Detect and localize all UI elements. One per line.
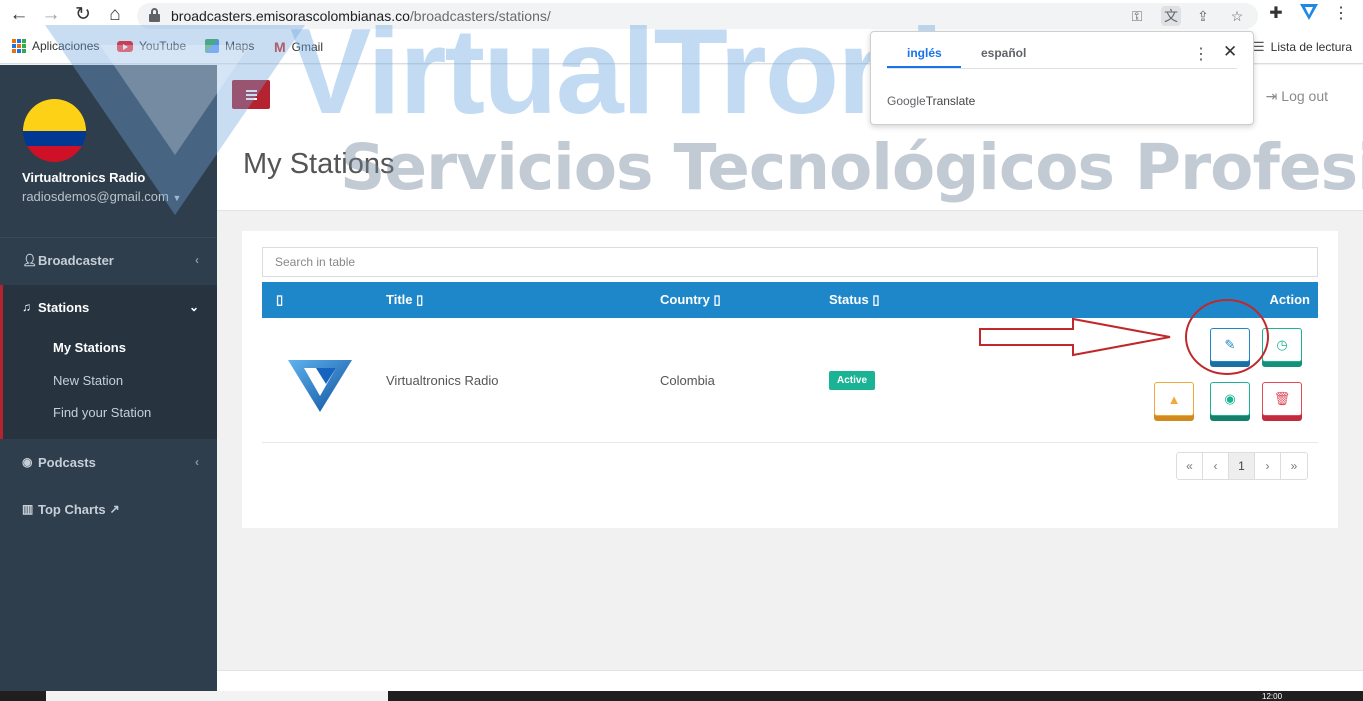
forward-arrow-icon[interactable]: →	[40, 4, 62, 26]
sidebar-item-top-charts[interactable]: ▥ Top Charts ↗	[0, 487, 217, 531]
apps-grid-icon	[12, 39, 26, 53]
chevron-left-icon: ‹	[195, 455, 199, 469]
extensions-icon[interactable]: ✚	[1265, 3, 1287, 25]
station-title: Virtualtronics Radio	[386, 373, 499, 388]
stations-panel: ▯ Title ▯ Country ▯ Status ▯ Action Virt…	[242, 231, 1338, 528]
podcast-icon: ◉	[22, 455, 33, 469]
column-country[interactable]: Country ▯	[660, 292, 721, 308]
sidebar-item-podcasts[interactable]: ◉ Podcasts ‹	[0, 440, 217, 484]
watermark-tagline: Servicios Tecnológicos Profesionales	[340, 131, 1363, 204]
taskbar-clock: 12:00	[1262, 692, 1283, 701]
watermark-logo	[45, 25, 305, 215]
chevron-down-icon: ⌄	[188, 300, 199, 314]
back-arrow-icon[interactable]: ←	[8, 4, 30, 26]
column-action: Action	[1269, 292, 1310, 307]
key-icon[interactable]: ⚿	[1127, 6, 1147, 26]
station-country: Colombia	[660, 373, 715, 388]
reload-icon[interactable]: ↻	[72, 4, 94, 26]
bar-chart-icon: ▥	[22, 502, 34, 516]
chevron-left-icon: ‹	[195, 253, 199, 267]
sort-icon: ▯	[713, 292, 721, 307]
reading-list[interactable]: ☰ Lista de lectura	[1253, 39, 1352, 55]
table-row: Virtualtronics Radio Colombia Active ✎ ◷…	[262, 318, 1318, 443]
sidebar-item-new-station[interactable]: New Station	[53, 373, 123, 388]
sidebar-item-broadcaster[interactable]: 👤︎ Broadcaster ‹	[0, 238, 217, 282]
clock-icon: ◷	[1276, 337, 1288, 352]
page-prev[interactable]: ‹	[1203, 453, 1229, 479]
stations-menu-group: ♫ Stations ⌄ My Stations New Station Fin…	[0, 285, 217, 439]
more-options-icon[interactable]: ⋮	[1193, 44, 1209, 64]
page-last[interactable]: »	[1281, 453, 1307, 479]
pencil-icon: ✎	[1224, 337, 1236, 352]
page-current[interactable]: 1	[1229, 453, 1255, 479]
stats-button[interactable]: ▲	[1154, 382, 1194, 416]
page-next[interactable]: ›	[1255, 453, 1281, 479]
sign-out-icon: ⇥	[1265, 88, 1278, 104]
google-translate-brand: GoogleTranslate	[887, 94, 976, 108]
external-link-icon: ↗	[109, 502, 120, 516]
column-status[interactable]: Status ▯	[829, 292, 880, 308]
sidebar-item-stations[interactable]: ♫ Stations ⌄	[0, 285, 217, 329]
taskbar-search[interactable]	[46, 691, 388, 701]
reading-list-icon: ☰	[1253, 39, 1265, 54]
sort-icon: ▯	[872, 292, 880, 307]
taskbar: 12:00	[0, 691, 1363, 701]
close-icon[interactable]: ✕	[1223, 42, 1237, 62]
star-icon[interactable]: ☆	[1227, 6, 1247, 26]
translate-tab-english[interactable]: inglés	[907, 46, 942, 60]
status-badge: Active	[829, 371, 876, 390]
footer	[217, 670, 1363, 691]
table-header: ▯ Title ▯ Country ▯ Status ▯ Action	[262, 282, 1318, 318]
area-chart-icon: ▲	[1167, 391, 1181, 407]
edit-button[interactable]: ✎	[1210, 328, 1250, 362]
share-icon[interactable]: ⇪	[1193, 6, 1213, 26]
translate-icon[interactable]: 文	[1161, 6, 1181, 26]
search-input[interactable]	[262, 247, 1318, 277]
eye-icon: ◉	[1224, 391, 1236, 406]
column-title[interactable]: Title ▯	[386, 292, 423, 308]
view-button[interactable]: ◉	[1210, 382, 1250, 416]
profile-icon[interactable]	[1298, 3, 1320, 25]
user-icon: 👤︎	[22, 253, 38, 267]
divider	[887, 68, 1237, 69]
sidebar-item-find-station[interactable]: Find your Station	[53, 405, 151, 420]
kebab-menu-icon[interactable]: ⋮	[1330, 3, 1352, 25]
delete-button[interactable]: 🗑︎	[1262, 382, 1302, 416]
pagination: « ‹ 1 › »	[1176, 452, 1308, 480]
sidebar-item-my-stations[interactable]: My Stations	[53, 340, 126, 355]
sort-icon: ▯	[416, 292, 424, 307]
home-icon[interactable]: ⌂	[104, 4, 126, 26]
music-icon: ♫	[22, 300, 31, 314]
logout-link[interactable]: ⇥ Log out	[1266, 88, 1328, 105]
page-first[interactable]: «	[1177, 453, 1203, 479]
schedule-button[interactable]: ◷	[1262, 328, 1302, 362]
station-logo	[288, 360, 352, 412]
select-all-checkbox[interactable]: ▯	[276, 292, 283, 308]
translate-tab-spanish[interactable]: español	[981, 46, 1026, 60]
trash-icon: 🗑︎	[1273, 391, 1291, 406]
lock-icon	[149, 8, 160, 22]
translate-popup: inglés español GoogleTranslate ⋮ ✕	[870, 31, 1254, 125]
